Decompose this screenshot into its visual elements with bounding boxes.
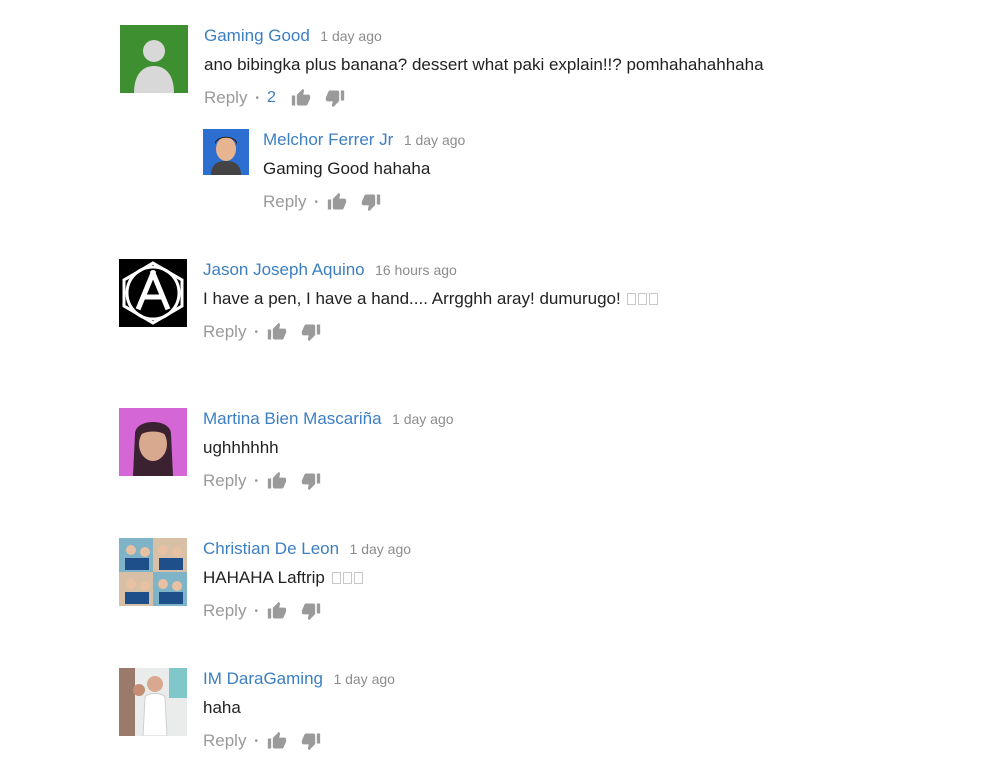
- avatar-portrait: [119, 408, 187, 476]
- avatar-collage: [119, 538, 187, 606]
- avatar[interactable]: [119, 408, 187, 476]
- comment-text: ughhhhhh: [203, 438, 279, 457]
- separator-dot: •: [254, 326, 258, 338]
- thumbs-down-icon[interactable]: [360, 192, 382, 212]
- comment-timestamp[interactable]: 1 day ago: [404, 132, 466, 148]
- comment-timestamp[interactable]: 1 day ago: [350, 541, 412, 557]
- comment-text: HAHAHA Laftrip: [203, 568, 325, 587]
- comment-author[interactable]: Martina Bien Mascariña: [203, 409, 382, 428]
- thumbs-down-icon[interactable]: [300, 471, 322, 491]
- comment-text: Gaming Good hahaha: [263, 159, 431, 178]
- separator-dot: •: [254, 735, 258, 747]
- comment-author[interactable]: IM DaraGaming: [203, 669, 323, 688]
- separator-dot: •: [254, 475, 258, 487]
- reply-button[interactable]: Reply: [203, 601, 246, 621]
- thumbs-down-icon[interactable]: [324, 88, 346, 108]
- avatar[interactable]: [119, 259, 187, 327]
- comment-text-line: HAHAHA Laftrip: [203, 567, 411, 589]
- thumbs-up-icon[interactable]: [266, 322, 288, 342]
- thumbs-down-icon[interactable]: [300, 601, 322, 621]
- avatar[interactable]: [119, 668, 187, 736]
- comment-timestamp[interactable]: 16 hours ago: [375, 262, 457, 278]
- comment-author[interactable]: Christian De Leon: [203, 539, 339, 558]
- reply-button[interactable]: Reply: [204, 88, 247, 108]
- emoji-placeholder: [625, 289, 659, 308]
- thumbs-up-icon[interactable]: [290, 88, 312, 108]
- thumbs-up-icon[interactable]: [266, 601, 288, 621]
- comment-author[interactable]: Melchor Ferrer Jr: [263, 130, 393, 149]
- comment-author[interactable]: Gaming Good: [204, 26, 310, 45]
- avatar-portrait: [119, 668, 187, 736]
- comment-author[interactable]: Jason Joseph Aquino: [203, 260, 365, 279]
- like-count: 2: [266, 89, 276, 106]
- thumbs-down-icon[interactable]: [300, 731, 322, 751]
- comment-timestamp[interactable]: 1 day ago: [392, 411, 454, 427]
- reply-button[interactable]: Reply: [263, 192, 306, 212]
- separator-dot: •: [255, 92, 259, 104]
- reply-button[interactable]: Reply: [203, 731, 246, 751]
- thumbs-up-icon[interactable]: [266, 731, 288, 751]
- comment-timestamp[interactable]: 1 day ago: [333, 671, 395, 687]
- reply-button[interactable]: Reply: [203, 471, 246, 491]
- avatar[interactable]: [203, 129, 249, 175]
- thumbs-down-icon[interactable]: [300, 322, 322, 342]
- comment-timestamp[interactable]: 1 day ago: [320, 28, 382, 44]
- avatar[interactable]: [119, 538, 187, 606]
- emoji-placeholder: [330, 568, 363, 587]
- thumbs-up-icon[interactable]: [326, 192, 348, 212]
- separator-dot: •: [254, 605, 258, 617]
- avatar[interactable]: [120, 25, 188, 93]
- comment-text: ano bibingka plus banana? dessert what p…: [204, 55, 764, 74]
- reply-button[interactable]: Reply: [203, 322, 246, 342]
- separator-dot: •: [314, 196, 318, 208]
- default-user-icon: [134, 40, 174, 93]
- comment-text: haha: [203, 698, 241, 717]
- thumbs-up-icon[interactable]: [266, 471, 288, 491]
- avatar-portrait: [203, 129, 249, 175]
- comment-text: I have a pen, I have a hand.... Arrgghh …: [203, 289, 621, 308]
- linkin-park-logo-icon: [119, 259, 187, 327]
- comment-text-line: I have a pen, I have a hand.... Arrgghh …: [203, 288, 659, 310]
